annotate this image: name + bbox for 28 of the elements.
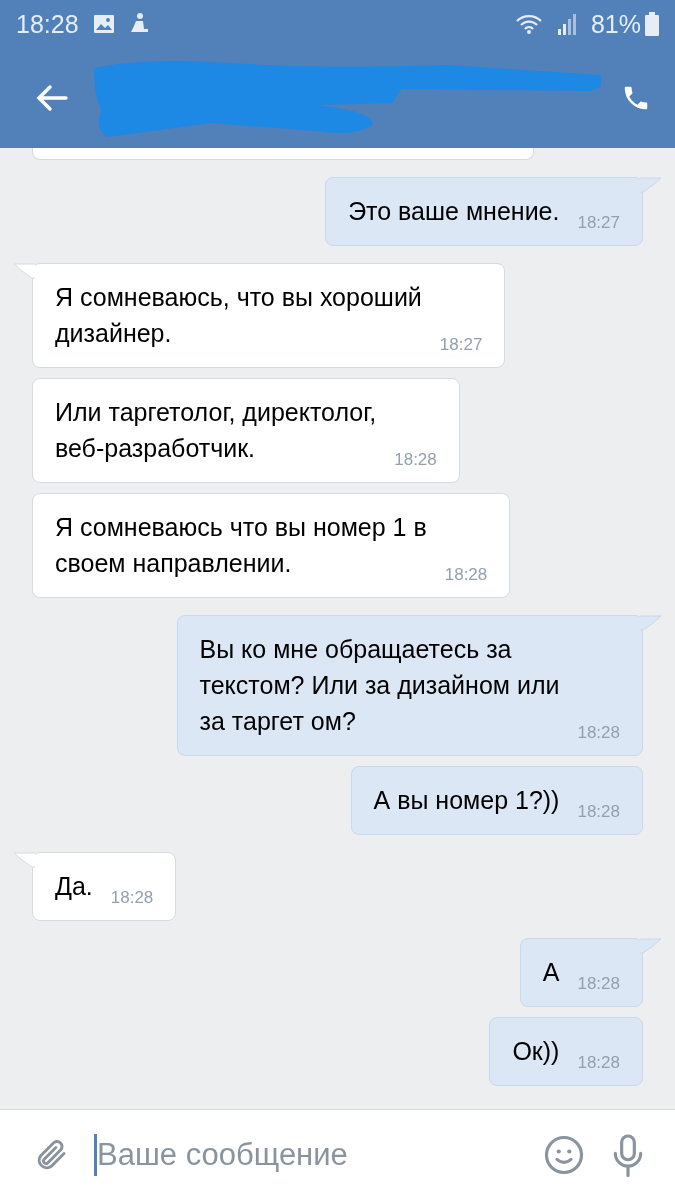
message-text: Или таргетолог, директолог, веб-разработчик. xyxy=(55,397,377,464)
battery-icon xyxy=(645,12,659,36)
message-time: 18:27 xyxy=(577,213,620,233)
message-text: Я сомневаюсь, что вы хороший дизайнер. xyxy=(55,282,422,349)
message-time: 18:27 xyxy=(439,335,483,355)
smile-icon[interactable] xyxy=(543,1134,585,1176)
message-text: Это ваше мнение. xyxy=(348,196,560,227)
message-text: Я сомневаюсь что вы номер 1 в своем направлении. xyxy=(55,512,427,579)
wifi-icon xyxy=(514,13,543,35)
message-time: 18:28 xyxy=(577,974,620,994)
message-time: 18:28 xyxy=(444,565,488,585)
message-time: 18:28 xyxy=(577,723,620,743)
message-text: А вы номер 1?)) xyxy=(373,785,560,816)
signal-icon xyxy=(556,13,577,35)
message-time: 18:28 xyxy=(577,802,620,822)
message-time: 18:28 xyxy=(110,888,154,908)
message-time: 18:28 xyxy=(577,1053,620,1073)
message-text: Вы ко мне обращаетесь за текстом? Или за дизайном или за таргет ом? xyxy=(199,634,560,737)
message-text: Ок)) xyxy=(512,1036,560,1067)
message-text: Да. xyxy=(55,871,93,902)
image-icon xyxy=(92,14,115,34)
status-time: 18:28 xyxy=(16,9,79,39)
message-bar[interactable]: Ваше сообщение xyxy=(0,1109,675,1200)
battery-percent: 81% xyxy=(590,9,641,39)
back-icon[interactable] xyxy=(36,84,68,112)
message-input[interactable]: Ваше сообщение xyxy=(94,1134,519,1176)
message-text: А xyxy=(542,957,560,988)
message-time: 18:28 xyxy=(394,450,437,470)
